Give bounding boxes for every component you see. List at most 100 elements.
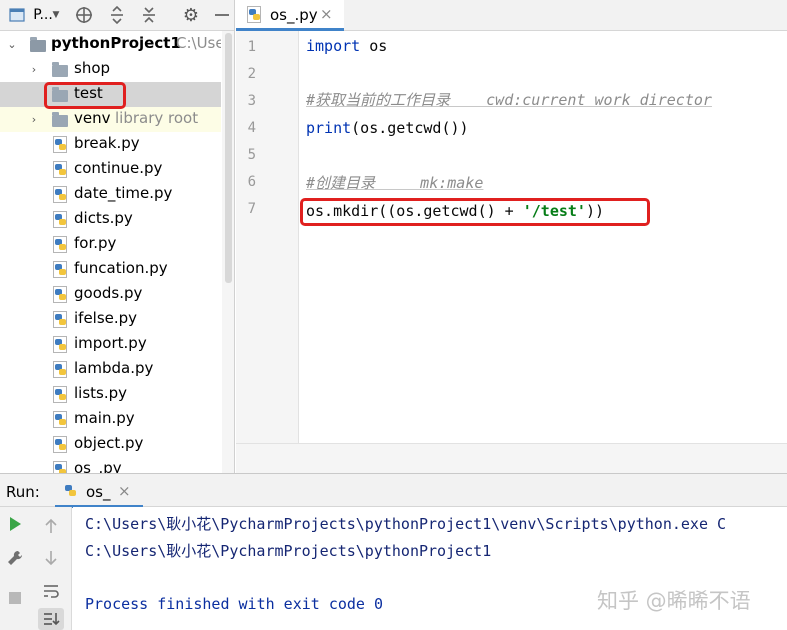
python-file-icon — [247, 6, 263, 23]
tree-item-file[interactable]: break.py — [0, 132, 221, 157]
scrollbar-thumb[interactable] — [225, 33, 232, 283]
folder-icon — [52, 112, 68, 127]
tree-scrollbar[interactable] — [222, 31, 234, 473]
folder-icon — [52, 62, 68, 77]
project-toolbar: P... ▼ ⚙ — [0, 0, 234, 31]
python-file-icon — [63, 482, 79, 499]
code-line-3[interactable]: #获取当前的工作目录 cwd:current work director — [306, 87, 712, 114]
crosshair-icon[interactable] — [73, 5, 95, 25]
stop-icon[interactable] — [4, 587, 26, 609]
tree-item-file[interactable]: lambda.py — [0, 357, 221, 382]
project-view-icon[interactable] — [8, 5, 26, 25]
library-root-hint: library root — [115, 109, 199, 127]
code-editor[interactable]: import os #获取当前的工作目录 cwd:current work di… — [300, 31, 787, 443]
tree-item-label: goods.py — [74, 284, 143, 302]
tree-item-file[interactable]: goods.py — [0, 282, 221, 307]
tree-item-file[interactable]: main.py — [0, 407, 221, 432]
console-line: Process finished with exit code 0 — [85, 595, 384, 613]
code-line-4[interactable]: print(os.getcwd()) — [306, 115, 469, 142]
code-line-6[interactable]: #创建目录 mk:make — [306, 170, 483, 197]
project-panel: P... ▼ ⚙ ⌄ pythonProject1 C:\Users › sho… — [0, 0, 235, 473]
line-number: 3 — [247, 93, 256, 109]
run-tab-label: os_ — [86, 483, 111, 501]
code-text: (os.getcwd()) — [351, 119, 469, 137]
tab-label: os_.py — [270, 6, 318, 24]
chevron-right-icon[interactable]: › — [28, 63, 40, 76]
minimize-icon[interactable] — [212, 5, 232, 25]
code-line-1[interactable]: import os — [306, 33, 387, 60]
close-icon[interactable]: × — [320, 5, 333, 23]
tree-item-file[interactable]: dicts.py — [0, 207, 221, 232]
chevron-down-icon[interactable]: ⌄ — [6, 38, 18, 51]
scroll-to-end-icon[interactable] — [38, 608, 64, 630]
tree-item-file[interactable]: date_time.py — [0, 182, 221, 207]
chevron-right-icon[interactable]: › — [28, 113, 40, 126]
soft-wrap-icon[interactable] — [40, 580, 62, 602]
folder-icon — [30, 37, 46, 52]
scroll-up-icon[interactable] — [40, 515, 62, 537]
console-line: C:\Users\耿小花\PycharmProjects\pythonProje… — [85, 515, 727, 533]
python-file-icon — [53, 136, 69, 153]
tree-item-file[interactable]: continue.py — [0, 157, 221, 182]
run-tab-os[interactable]: os_ × — [55, 474, 143, 508]
tree-item-venv[interactable]: › venv library root — [0, 107, 221, 132]
scroll-down-icon[interactable] — [40, 547, 62, 569]
tree-item-label: continue.py — [74, 159, 163, 177]
python-file-icon — [53, 411, 69, 428]
line-number: 1 — [247, 39, 256, 55]
close-icon[interactable]: × — [118, 482, 131, 500]
line-number: 4 — [247, 120, 256, 136]
tab-os-py[interactable]: os_.py × — [236, 0, 344, 31]
python-file-icon — [53, 236, 69, 253]
play-icon[interactable] — [4, 513, 26, 535]
tree-item-file[interactable]: funcation.py — [0, 257, 221, 282]
line-number: 5 — [247, 147, 256, 163]
mkdir-line-highlight — [300, 198, 650, 226]
gear-icon[interactable]: ⚙ — [180, 5, 202, 26]
tree-root-path: C:\Users — [176, 34, 221, 52]
tree-item-label: lambda.py — [74, 359, 154, 377]
python-file-icon — [53, 261, 69, 278]
python-file-icon — [53, 386, 69, 403]
console-line: C:\Users\耿小花\PycharmProjects\pythonProje… — [85, 542, 492, 560]
tree-item-file[interactable]: import.py — [0, 332, 221, 357]
tree-item-file[interactable]: object.py — [0, 432, 221, 457]
code-builtin: print — [306, 119, 352, 137]
code-keyword: import — [306, 37, 361, 55]
expand-all-icon[interactable] — [106, 5, 128, 25]
editor-tab-bar: os_.py × — [236, 0, 787, 31]
tree-item-label: break.py — [74, 134, 140, 152]
python-file-icon — [53, 336, 69, 353]
code-comment: #创建目录 mk:make — [306, 174, 484, 192]
line-number: 6 — [247, 174, 256, 190]
line-number-gutter: 1 2 3 4 5 6 7 — [236, 31, 299, 443]
code-text: os — [360, 37, 388, 55]
tree-item-label: venv — [74, 109, 111, 127]
python-file-icon — [53, 361, 69, 378]
tree-item-label: lists.py — [74, 384, 128, 402]
tree-root-label: pythonProject1 — [51, 34, 181, 52]
run-toolbar — [0, 507, 72, 630]
code-comment: #获取当前的工作目录 cwd:current work director — [306, 91, 712, 109]
test-folder-highlight — [44, 82, 126, 109]
tree-item-label: object.py — [74, 434, 144, 452]
python-file-icon — [53, 311, 69, 328]
wrench-icon[interactable] — [4, 547, 26, 569]
tree-item-file[interactable]: for.py — [0, 232, 221, 257]
tree-item-label: os_.py — [74, 459, 122, 473]
run-tool-window-header: Run: os_ × — [0, 473, 787, 508]
tree-item-shop[interactable]: › shop — [0, 57, 221, 82]
python-file-icon — [53, 186, 69, 203]
tree-item-file[interactable]: lists.py — [0, 382, 221, 407]
line-number: 7 — [247, 201, 256, 217]
tree-item-file[interactable]: ifelse.py — [0, 307, 221, 332]
python-file-icon — [53, 461, 69, 473]
run-label: Run: — [6, 483, 40, 501]
python-file-icon — [53, 286, 69, 303]
editor-breadcrumb-bar — [236, 443, 787, 473]
tree-item-file[interactable]: os_.py — [0, 457, 221, 473]
collapse-all-icon[interactable] — [138, 5, 160, 25]
tree-root[interactable]: ⌄ pythonProject1 C:\Users — [0, 32, 221, 57]
chevron-down-icon[interactable]: ▼ — [50, 5, 62, 25]
tree-item-label: import.py — [74, 334, 147, 352]
